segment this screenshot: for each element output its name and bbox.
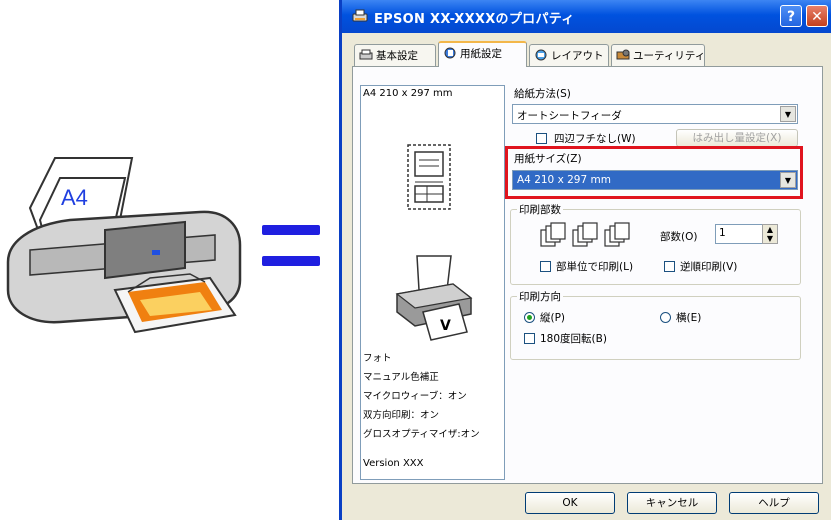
tab-label: ユーティリティ (633, 50, 706, 62)
tab-paper-settings[interactable]: 用紙設定 (438, 41, 527, 67)
tab-layout[interactable]: レイアウト (529, 44, 609, 66)
copies-value: 1 (719, 227, 726, 239)
driver-version: Version XXX (363, 458, 424, 469)
collate-checkbox[interactable] (540, 261, 551, 272)
paper-source-label: 給紙方法(S) (514, 88, 571, 100)
preview-setting-line: 双方向印刷：オン (363, 410, 440, 421)
preview-paper-size: A4 210 x 297 mm (363, 88, 453, 99)
title-bar[interactable]: EPSON XX-XXXXのプロパティ ? ✕ (342, 0, 831, 33)
tab-label: 基本設定 (376, 50, 418, 62)
preview-setting-line: マニュアル色補正 (363, 372, 439, 383)
portrait-label: 縦(P) (540, 312, 566, 324)
layout-icon (535, 49, 547, 61)
cancel-button[interactable]: キャンセル (627, 492, 717, 514)
settings-preview: A4 210 x 297 mm V フォト マニュアル色補正 マイクロウィーブ：… (360, 85, 505, 480)
paper-source-select[interactable]: オートシートフィーダ ▼ (512, 104, 798, 124)
portrait-radio[interactable] (524, 312, 535, 323)
overflow-settings-button[interactable]: はみ出し量設定(X) (676, 129, 798, 147)
printer-app-icon (352, 9, 368, 22)
copies-input[interactable]: 1 (715, 224, 763, 244)
collate-label: 部単位で印刷(L) (556, 261, 634, 273)
borderless-label: 四辺フチなし(W) (554, 133, 636, 145)
preview-setting-line: フォト (363, 353, 392, 364)
collate-pages-icon (540, 222, 630, 247)
utility-icon (616, 49, 630, 60)
copies-stepper[interactable]: ▲ ▼ (762, 224, 778, 244)
dropdown-arrow-icon[interactable]: ▼ (780, 106, 796, 122)
tab-utility[interactable]: ユーティリティ (611, 44, 705, 66)
page-layout-preview-icon (407, 144, 451, 210)
equals-bar-bottom (262, 256, 320, 266)
equals-bar-top (262, 225, 320, 235)
paper-source-value: オートシートフィーダ (517, 110, 622, 122)
orientation-group: 印刷方向 (510, 289, 801, 360)
orientation-group-title: 印刷方向 (517, 289, 563, 304)
reverse-order-label: 逆順印刷(V) (680, 261, 738, 273)
landscape-label: 横(E) (676, 312, 702, 324)
copies-label: 部数(O) (660, 231, 698, 243)
printer-preview-icon: V (395, 255, 473, 341)
ok-button[interactable]: OK (525, 492, 615, 514)
basic-settings-icon (359, 49, 373, 60)
paper-settings-icon (444, 47, 456, 59)
help-dialog-button[interactable]: ヘルプ (729, 492, 819, 514)
reverse-order-checkbox[interactable] (664, 261, 675, 272)
preview-setting-line: マイクロウィーブ：オン (363, 391, 467, 402)
paper-size-highlight (505, 146, 803, 199)
dialog-title: EPSON XX-XXXXのプロパティ (374, 12, 575, 27)
printer-properties-dialog: EPSON XX-XXXXのプロパティ ? ✕ 基本設定 用紙設定 レイアウト … (339, 0, 831, 520)
rotate-180-label: 180度回転(B) (540, 333, 607, 345)
rotate-180-checkbox[interactable] (524, 333, 535, 344)
borderless-checkbox[interactable] (536, 133, 547, 144)
svg-text:V: V (440, 318, 451, 334)
copies-group-title: 印刷部数 (517, 202, 563, 217)
paper-size-label: A4 (61, 185, 88, 210)
tab-label: 用紙設定 (460, 48, 502, 60)
landscape-radio[interactable] (660, 312, 671, 323)
tab-label: レイアウト (551, 50, 604, 62)
preview-setting-line: グロスオプティマイザ:オン (363, 429, 480, 440)
close-button[interactable]: ✕ (806, 5, 828, 27)
tab-basic-settings[interactable]: 基本設定 (354, 44, 436, 66)
printer-illustration (6, 157, 242, 334)
help-button[interactable]: ? (780, 5, 802, 27)
